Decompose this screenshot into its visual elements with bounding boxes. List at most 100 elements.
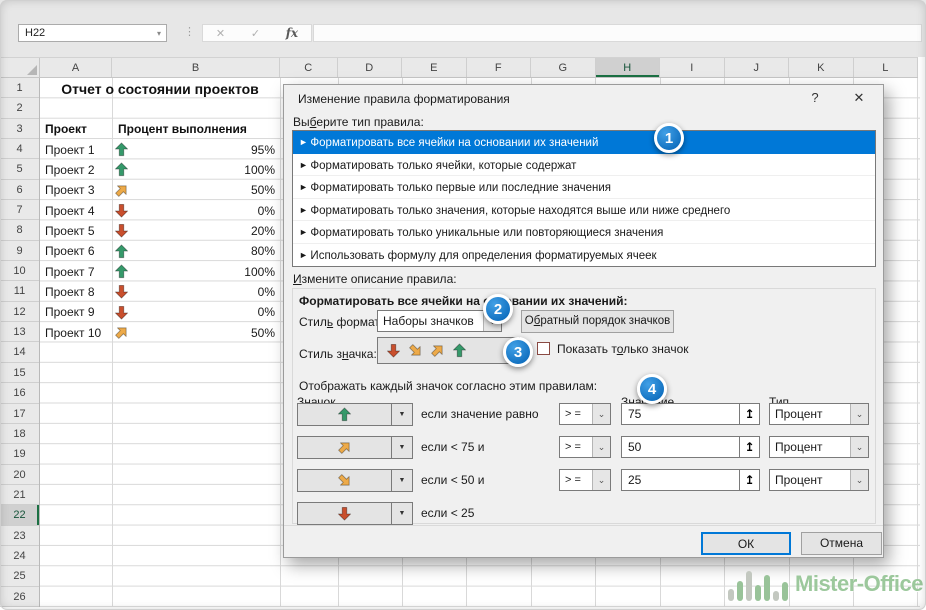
row-header[interactable]: 13: [0, 322, 39, 342]
enter-entry-icon[interactable]: ✓: [251, 27, 260, 40]
chevron-down-icon[interactable]: ⌄: [592, 470, 610, 490]
chevron-down-icon[interactable]: ▼: [391, 437, 412, 458]
row-header[interactable]: 16: [0, 383, 39, 403]
insert-function-icon[interactable]: fx: [286, 26, 298, 40]
sheet-data-row[interactable]: Проект 10 50%: [40, 322, 279, 342]
rule-type-item[interactable]: Форматировать только ячейки, которые сод…: [293, 154, 875, 177]
rule-type-item[interactable]: Форматировать только уникальные или повт…: [293, 221, 875, 244]
sheet-data-row[interactable]: Проект 1 95%: [40, 139, 279, 159]
column-header[interactable]: C: [280, 58, 338, 77]
row-header[interactable]: 21: [0, 485, 39, 505]
column-b-header-cell[interactable]: Процент выполнения: [118, 119, 247, 139]
project-name-cell[interactable]: Проект 5: [40, 224, 114, 238]
percent-value-cell[interactable]: 95%: [138, 143, 279, 157]
range-select-icon[interactable]: ↥: [739, 404, 759, 424]
percent-value-cell[interactable]: 0%: [138, 204, 279, 218]
project-name-cell[interactable]: Проект 4: [40, 204, 114, 218]
column-header[interactable]: I: [660, 58, 725, 77]
sheet-title-cell[interactable]: Отчет о состоянии проектов: [40, 79, 280, 99]
icon-picker-dropdown[interactable]: ▼: [297, 469, 413, 492]
percent-value-cell[interactable]: 50%: [138, 183, 279, 197]
rule-type-item[interactable]: Форматировать только первые или последни…: [293, 176, 875, 199]
icon-picker-dropdown[interactable]: ▼: [297, 502, 413, 525]
rule-type-item[interactable]: Форматировать все ячейки на основании их…: [293, 131, 875, 154]
column-header[interactable]: E: [402, 58, 467, 77]
name-box[interactable]: H22 ▾: [18, 24, 167, 42]
icon-picker-dropdown[interactable]: ▼: [297, 436, 413, 459]
row-header[interactable]: 23: [0, 526, 39, 546]
type-combo[interactable]: Процент⌄: [769, 469, 869, 491]
row-header[interactable]: 5: [0, 159, 39, 179]
column-header[interactable]: B: [112, 58, 280, 77]
range-select-icon[interactable]: ↥: [739, 470, 759, 490]
row-header[interactable]: 25: [0, 566, 39, 586]
project-name-cell[interactable]: Проект 3: [40, 183, 114, 197]
row-header[interactable]: 4: [0, 139, 39, 159]
project-name-cell[interactable]: Проект 2: [40, 163, 114, 177]
chevron-down-icon[interactable]: ⌄: [592, 404, 610, 424]
chevron-down-icon[interactable]: ▼: [391, 404, 412, 425]
icon-style-combo[interactable]: ▼: [377, 337, 520, 364]
sheet-data-row[interactable]: Проект 3 50%: [40, 180, 279, 200]
column-header[interactable]: L: [854, 58, 919, 77]
project-name-cell[interactable]: Проект 6: [40, 244, 114, 258]
sheet-data-row[interactable]: Проект 8 0%: [40, 282, 279, 302]
column-header[interactable]: K: [789, 58, 854, 77]
range-select-icon[interactable]: ↥: [739, 437, 759, 457]
value-input[interactable]: 50 ↥: [621, 436, 760, 458]
cancel-entry-icon[interactable]: ✕: [216, 27, 225, 40]
sheet-data-row[interactable]: Проект 7 100%: [40, 261, 279, 281]
percent-value-cell[interactable]: 100%: [138, 163, 279, 177]
percent-value-cell[interactable]: 50%: [138, 326, 279, 340]
chevron-down-icon[interactable]: ⌄: [850, 404, 868, 424]
row-header[interactable]: 7: [0, 200, 39, 220]
project-name-cell[interactable]: Проект 8: [40, 285, 114, 299]
cancel-button[interactable]: Отмена: [801, 532, 882, 555]
column-header[interactable]: D: [338, 58, 403, 77]
sheet-data-row[interactable]: Проект 4 0%: [40, 200, 279, 220]
show-icon-only-checkbox[interactable]: [537, 342, 550, 355]
sheet-data-row[interactable]: Проект 6 80%: [40, 241, 279, 261]
reverse-icon-order-button[interactable]: Обратный порядок значков: [521, 310, 674, 333]
row-header[interactable]: 12: [0, 302, 39, 322]
row-header[interactable]: 19: [0, 444, 39, 464]
percent-value-cell[interactable]: 0%: [138, 305, 279, 319]
project-name-cell[interactable]: Проект 7: [40, 265, 114, 279]
show-icon-only-label[interactable]: Показать только значок: [557, 342, 689, 356]
column-header[interactable]: H: [596, 58, 661, 77]
close-icon[interactable]: ✕: [846, 90, 872, 106]
rule-type-item[interactable]: Использовать формулу для определения фор…: [293, 244, 875, 267]
column-header[interactable]: J: [725, 58, 790, 77]
percent-value-cell[interactable]: 20%: [138, 224, 279, 238]
percent-value-cell[interactable]: 100%: [138, 265, 279, 279]
row-header[interactable]: 1: [0, 78, 39, 98]
sheet-data-row[interactable]: Проект 5 20%: [40, 221, 279, 241]
operator-combo[interactable]: > =⌄: [559, 469, 611, 491]
chevron-down-icon[interactable]: ▼: [391, 503, 412, 524]
row-header[interactable]: 18: [0, 424, 39, 444]
chevron-down-icon[interactable]: ⌄: [850, 470, 868, 490]
rule-type-item[interactable]: Форматировать только значения, которые н…: [293, 199, 875, 222]
sheet-data-row[interactable]: Проект 9 0%: [40, 302, 279, 322]
ok-button[interactable]: ОК: [701, 532, 791, 555]
sheet-data-row[interactable]: Проект 2 100%: [40, 160, 279, 180]
row-header[interactable]: 20: [0, 465, 39, 485]
formula-bar[interactable]: [313, 24, 922, 42]
operator-combo[interactable]: > =⌄: [559, 436, 611, 458]
type-combo[interactable]: Процент⌄: [769, 436, 869, 458]
chevron-down-icon[interactable]: ▼: [391, 470, 412, 491]
row-header[interactable]: 24: [0, 546, 39, 566]
row-header[interactable]: 22: [0, 505, 39, 525]
column-header[interactable]: A: [40, 58, 112, 77]
project-name-cell[interactable]: Проект 10: [40, 326, 114, 340]
select-all-corner[interactable]: [0, 58, 40, 77]
value-input[interactable]: 75 ↥: [621, 403, 760, 425]
row-header[interactable]: 11: [0, 281, 39, 301]
row-header[interactable]: 14: [0, 342, 39, 362]
row-header[interactable]: 3: [0, 119, 39, 139]
column-header[interactable]: F: [467, 58, 532, 77]
percent-value-cell[interactable]: 0%: [138, 285, 279, 299]
type-combo[interactable]: Процент⌄: [769, 403, 869, 425]
help-icon[interactable]: ?: [804, 90, 826, 105]
chevron-down-icon[interactable]: ⌄: [850, 437, 868, 457]
